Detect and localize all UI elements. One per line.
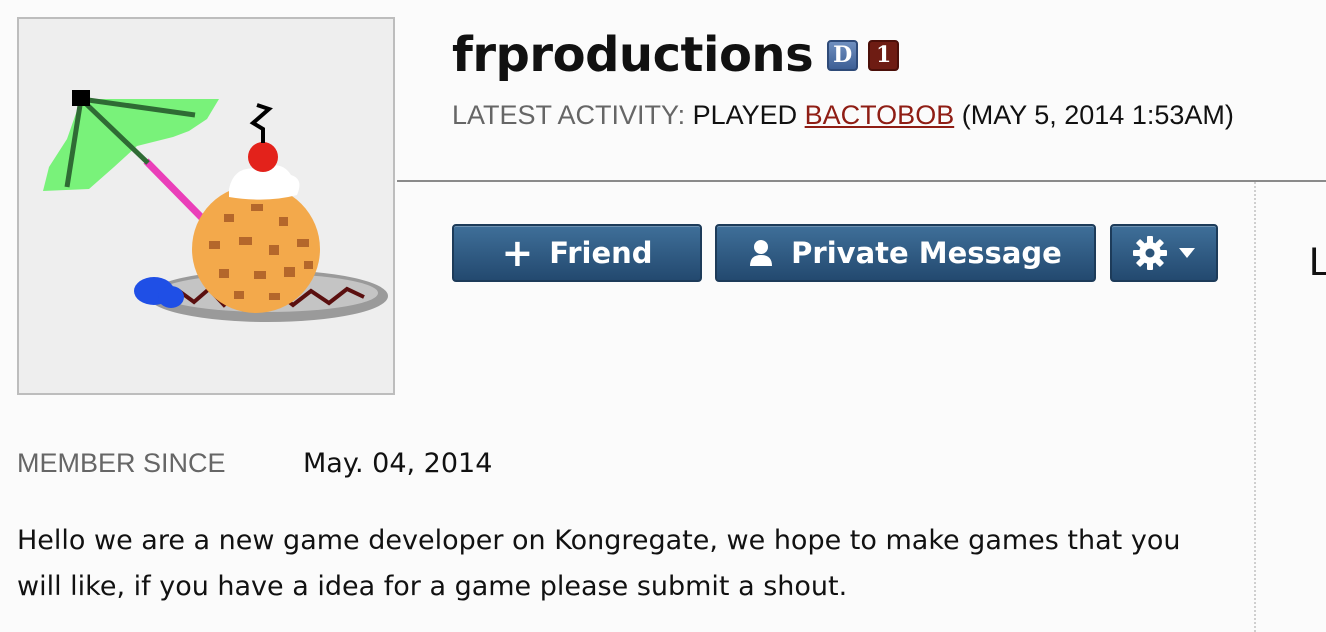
settings-menu-button[interactable] [1110, 224, 1218, 282]
level-badge[interactable]: 1 [868, 39, 900, 71]
header-divider [397, 180, 1326, 182]
member-since-value: May. 04, 2014 [303, 448, 493, 479]
avatar [17, 17, 395, 395]
add-friend-button-label: Friend [549, 236, 653, 270]
plus-icon: + [501, 231, 534, 275]
avatar-image [43, 90, 388, 322]
member-since-label: MEMBER SINCE [17, 448, 226, 478]
gear-icon [1132, 235, 1168, 271]
person-icon [749, 239, 773, 267]
profile-about-text: Hello we are a new game developer on Kon… [17, 525, 1181, 602]
private-message-button-label: Private Message [791, 236, 1062, 270]
latest-activity-timestamp: (MAY 5, 2014 1:53AM) [961, 100, 1234, 130]
profile-page: frproductions D 1 LATEST ACTIVITY: PLAYE… [0, 0, 1326, 632]
latest-activity-game-link[interactable]: BACTOBOB [805, 100, 955, 130]
column-divider [1254, 182, 1256, 632]
add-friend-button[interactable]: + Friend [452, 224, 702, 282]
latest-activity: LATEST ACTIVITY: PLAYED BACTOBOB (MAY 5,… [452, 100, 1234, 131]
username-row: frproductions D 1 [452, 22, 900, 88]
latest-activity-label: LATEST ACTIVITY: [452, 100, 686, 130]
latest-activity-prefix: PLAYED [692, 100, 798, 130]
developer-badge[interactable]: D [827, 39, 859, 71]
private-message-button[interactable]: Private Message [715, 224, 1096, 282]
username: frproductions [452, 27, 814, 83]
caret-down-icon [1178, 247, 1196, 259]
right-panel-cutoff-text: L [1309, 240, 1326, 284]
